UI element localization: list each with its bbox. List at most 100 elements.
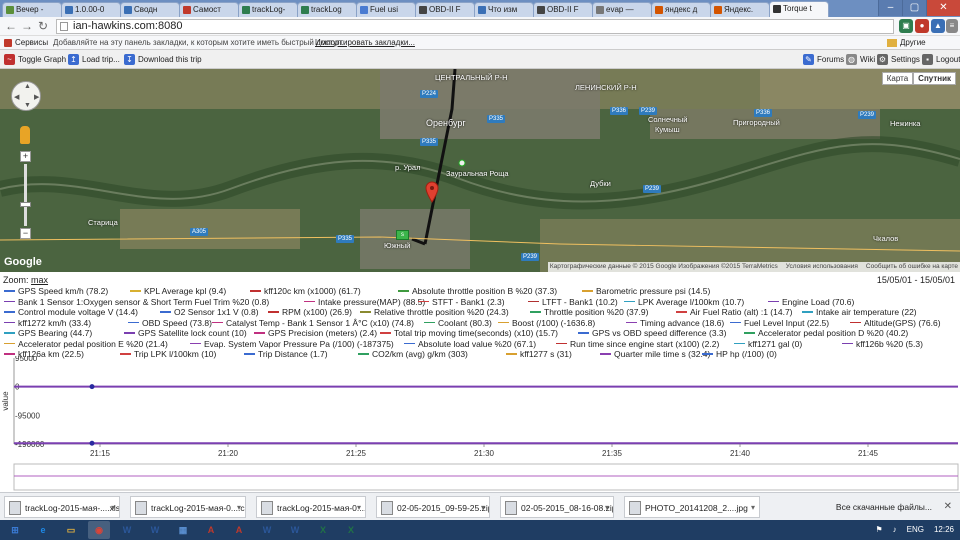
- legend-item[interactable]: GPS Satellite lock count (10): [124, 328, 247, 338]
- legend-item[interactable]: Run time since engine start (x100) (2.2): [556, 339, 719, 349]
- map-marker-icon[interactable]: [425, 181, 439, 203]
- zoom-out-button[interactable]: −: [20, 228, 31, 239]
- legend-item[interactable]: Intake pressure(MAP) (88.5): [304, 297, 425, 307]
- legend-item[interactable]: Absolute load value %20 (67.1): [404, 339, 536, 349]
- zoom-slider[interactable]: [20, 164, 31, 226]
- legend-item[interactable]: Altitude(GPS) (76.6): [850, 318, 941, 328]
- pan-left-icon[interactable]: ◀: [14, 93, 19, 101]
- download-item[interactable]: trackLog-2015-мая-0....c...▾: [256, 496, 366, 518]
- legend-item[interactable]: LTFT - Bank1 (10.2): [528, 297, 618, 307]
- browser-tab[interactable]: trackLog: [297, 2, 357, 17]
- map-type-satellite-button[interactable]: Спутник: [913, 72, 956, 85]
- start-taskbar-icon[interactable]: ⊞: [4, 521, 26, 539]
- close-icon[interactable]: ✕: [944, 496, 952, 518]
- legend-item[interactable]: Timing advance (18.6): [626, 318, 724, 328]
- browser-tab[interactable]: OBD-II F: [415, 2, 475, 17]
- volume-icon[interactable]: ♪: [893, 520, 897, 540]
- url-input[interactable]: ian-hawkins.com:8080: [56, 19, 894, 34]
- clock[interactable]: 12:26: [934, 520, 954, 540]
- extension-icon[interactable]: ▲: [931, 19, 945, 33]
- forward-icon[interactable]: →: [20, 19, 34, 34]
- load-trip-button[interactable]: ↥ Load trip...: [68, 50, 120, 69]
- back-icon[interactable]: ←: [4, 19, 18, 34]
- chrome-taskbar-icon[interactable]: ◉: [88, 521, 110, 539]
- download-item[interactable]: 02-05-2015_09-59-25.zip ▾: [376, 496, 490, 518]
- maximize-icon[interactable]: ▢: [902, 0, 926, 16]
- legend-item[interactable]: OBD Speed (73.8): [128, 318, 212, 328]
- word2-taskbar-icon[interactable]: W: [144, 521, 166, 539]
- photos-taskbar-icon[interactable]: ▦: [172, 521, 194, 539]
- legend-item[interactable]: Evap. System Vapor Pressure Pa (/100) (-…: [190, 339, 394, 349]
- legend-item[interactable]: Catalyst Temp - Bank 1 Sensor 1 Â°C (x10…: [212, 318, 414, 328]
- map-type-map-button[interactable]: Карта: [881, 72, 914, 85]
- word-taskbar-icon[interactable]: W: [116, 521, 138, 539]
- legend-item[interactable]: Accelerator pedal position D %20 (40.2): [744, 328, 908, 338]
- explorer-taskbar-icon[interactable]: ▭: [60, 521, 82, 539]
- close-window-icon[interactable]: ✕: [926, 0, 960, 16]
- pan-control[interactable]: ▲ ▼ ◀ ▶: [11, 81, 41, 111]
- legend-item[interactable]: Engine Load (70.6): [768, 297, 854, 307]
- browser-tab[interactable]: Вечер -: [2, 2, 62, 17]
- browser-tab[interactable]: Сводн: [120, 2, 180, 17]
- legend-item[interactable]: STFT - Bank1 (2.3): [418, 297, 505, 307]
- excel-taskbar-icon[interactable]: X: [312, 521, 334, 539]
- download-item[interactable]: trackLog-2015-мая-....xlsb ▾: [4, 496, 120, 518]
- minimize-icon[interactable]: –: [878, 0, 902, 16]
- legend-item[interactable]: Relative throttle position %20 (24.3): [360, 307, 509, 317]
- street-view-pegman-icon[interactable]: [20, 126, 30, 144]
- extension-icon[interactable]: ▣: [899, 19, 913, 33]
- forums-link[interactable]: ✎ Forums: [803, 50, 844, 69]
- settings-link[interactable]: ⚙ Settings: [877, 50, 920, 69]
- acrobat2-taskbar-icon[interactable]: A: [228, 521, 250, 539]
- apps-icon[interactable]: [4, 39, 12, 47]
- legend-item[interactable]: Coolant (80.3): [424, 318, 492, 328]
- download-trip-button[interactable]: ↧ Download this trip: [124, 50, 202, 69]
- map-view[interactable]: s ЦЕНТРАЛЬНЫЙ Р-Н ЛЕНИНСКИЙ Р-Н Оренбург…: [0, 69, 960, 272]
- legend-item[interactable]: KPL Average kpl (9.4): [130, 286, 226, 296]
- legend-item[interactable]: GPS Precision (meters) (2.4): [254, 328, 377, 338]
- chevron-down-icon[interactable]: ▾: [605, 497, 609, 517]
- legend-item[interactable]: Throttle position %20 (37.9): [530, 307, 648, 317]
- word3-taskbar-icon[interactable]: W: [256, 521, 278, 539]
- legend-item[interactable]: Accelerator pedal position E %20 (21.4): [4, 339, 168, 349]
- legend-item[interactable]: GPS Bearing (44.7): [4, 328, 92, 338]
- legend-item[interactable]: Control module voltage V (14.4): [4, 307, 138, 317]
- download-item[interactable]: PHOTO_20141208_2....jpg ▾: [624, 496, 760, 518]
- browser-tab[interactable]: Fuel usi: [356, 2, 416, 17]
- chevron-down-icon[interactable]: ▾: [237, 497, 241, 517]
- menu-icon[interactable]: ≡: [946, 19, 958, 33]
- legend-item[interactable]: Fuel Level Input (22.5): [730, 318, 829, 328]
- excel2-taskbar-icon[interactable]: X: [340, 521, 362, 539]
- start-marker-icon[interactable]: s: [396, 230, 409, 240]
- wiki-link[interactable]: ◍ Wiki: [846, 50, 875, 69]
- download-item[interactable]: trackLog-2015-мая-0....c...▾: [130, 496, 246, 518]
- word4-taskbar-icon[interactable]: W: [284, 521, 306, 539]
- legend-item[interactable]: kff1272 km/h (33.4): [4, 318, 91, 328]
- browser-tab[interactable]: яндекс д: [651, 2, 711, 17]
- legend-item[interactable]: Barometric pressure psi (14.5): [582, 286, 710, 296]
- legend-item[interactable]: Absolute throttle position B %20 (37.3): [398, 286, 557, 296]
- browser-tab[interactable]: Яндекс.: [710, 2, 770, 17]
- legend-item[interactable]: Bank 1 Sensor 1:Oxygen sensor & Short Te…: [4, 297, 269, 307]
- flag-icon[interactable]: ⚑: [875, 520, 882, 540]
- legend-item[interactable]: Boost (/100) (-1636.8): [498, 318, 595, 328]
- zoom-max-link[interactable]: max: [31, 275, 48, 285]
- browser-tab[interactable]: Что изм: [474, 2, 534, 17]
- legend-item[interactable]: Intake air temperature (22): [802, 307, 917, 317]
- zoom-in-button[interactable]: +: [20, 151, 31, 162]
- legend-item[interactable]: Air Fuel Ratio (alt) :1 (14.7): [676, 307, 793, 317]
- pan-down-icon[interactable]: ▼: [24, 102, 31, 109]
- chart-plot[interactable]: value950000-95000-19000021:1521:2021:252…: [0, 356, 960, 492]
- browser-tab[interactable]: Torque t: [769, 1, 829, 17]
- language-indicator[interactable]: ENG: [907, 520, 924, 540]
- browser-tab[interactable]: trackLog-: [238, 2, 298, 17]
- browser-tab[interactable]: OBD-II F: [533, 2, 593, 17]
- extension-icon[interactable]: ●: [915, 19, 929, 33]
- legend-item[interactable]: LPK Average l/100km (10.7): [624, 297, 744, 307]
- terms-link[interactable]: Условия использования: [786, 262, 858, 272]
- zoom-slider-handle[interactable]: [20, 202, 31, 207]
- pan-up-icon[interactable]: ▲: [24, 83, 31, 90]
- download-item[interactable]: 02-05-2015_08-16-08.zip ▾: [500, 496, 614, 518]
- reload-icon[interactable]: ↻: [36, 19, 50, 34]
- report-error-link[interactable]: Сообщить об ошибке на карте: [866, 262, 958, 272]
